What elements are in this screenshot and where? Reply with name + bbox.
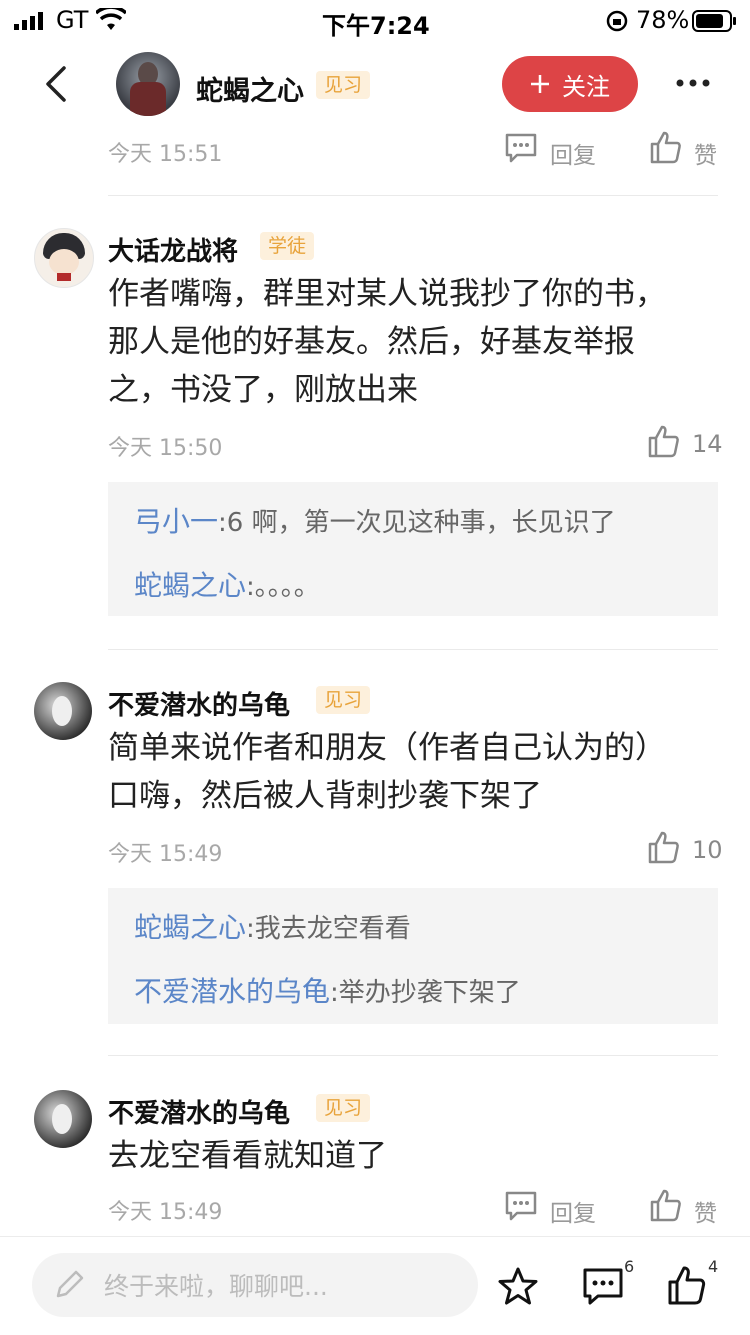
thumbs-up-icon[interactable] — [648, 830, 680, 864]
status-bar: GT 下午7:24 78% — [0, 0, 750, 40]
author-badge: 见习 — [316, 71, 371, 99]
more-dots-icon[interactable] — [676, 78, 710, 88]
comment-text-line: 简单来说作者和朋友（作者自己认为的） — [108, 730, 666, 766]
comment-count-badge: 6 — [624, 1257, 635, 1276]
comment-text-line: 之，书没了，刚放出来 — [108, 372, 418, 408]
reply-button[interactable]: 回复 — [550, 136, 596, 170]
comment-user[interactable]: 不爱潜水的乌龟 — [108, 685, 290, 722]
comment-text: 作者嘴嗨，群里对某人说我抄了你的书， 那人是他的好基友。然后，好基友举报 之，书… — [108, 270, 728, 414]
like-button[interactable]: 赞 — [694, 136, 717, 170]
bottom-bar: 终于来啦，聊聊吧... 6 4 — [0, 1236, 750, 1335]
reply-text: :举办抄袭下架了 — [330, 978, 521, 1008]
avatar[interactable] — [34, 228, 94, 288]
reply-item: 弓小一:6 啊，第一次见这种事，长见识了 — [134, 500, 616, 540]
like-button[interactable]: 赞 — [694, 1194, 717, 1228]
author-name[interactable]: 蛇蝎之心 — [196, 69, 304, 108]
comment-input[interactable]: 终于来啦，聊聊吧... — [32, 1253, 478, 1317]
follow-button[interactable]: 关注 — [502, 56, 638, 112]
input-placeholder: 终于来啦，聊聊吧... — [104, 1272, 328, 1301]
reply-box[interactable]: 弓小一:6 啊，第一次见这种事，长见识了 蛇蝎之心:。。。。 — [108, 482, 718, 616]
comment-text: 简单来说作者和朋友（作者自己认为的） 口嗨，然后被人背刺抄袭下架了 — [108, 724, 728, 820]
comment-text-line: 那人是他的好基友。然后，好基友举报 — [108, 324, 635, 360]
plus-icon — [531, 75, 549, 93]
reply-item: 蛇蝎之心:我去龙空看看 — [134, 906, 411, 946]
chevron-left-icon[interactable] — [42, 66, 68, 102]
reply-text: :6 啊，第一次见这种事，长见识了 — [218, 508, 616, 538]
comment-text-line: 口嗨，然后被人背刺抄袭下架了 — [108, 778, 542, 814]
reply-button[interactable]: 回复 — [550, 1194, 596, 1228]
user-badge: 见习 — [316, 686, 371, 714]
battery-percent: 78% — [636, 6, 690, 34]
reply-user[interactable]: 不爱潜水的乌龟 — [134, 975, 330, 1008]
divider — [108, 1055, 718, 1056]
reply-text: :。。。。 — [246, 572, 320, 602]
user-badge: 学徒 — [260, 232, 315, 260]
reply-text: :我去龙空看看 — [246, 914, 411, 944]
reply-box[interactable]: 蛇蝎之心:我去龙空看看 不爱潜水的乌龟:举办抄袭下架了 — [108, 888, 718, 1024]
comment-text-line: 作者嘴嗨，群里对某人说我抄了你的书， — [108, 276, 666, 312]
carrier-label: GT — [56, 6, 89, 34]
like-count: 14 — [692, 430, 723, 458]
comment-time: 今天 15:51 — [108, 142, 223, 167]
reply-item: 不爱潜水的乌龟:举办抄袭下架了 — [134, 970, 521, 1010]
reply-user[interactable]: 蛇蝎之心 — [134, 911, 246, 944]
wifi-icon — [96, 8, 126, 30]
star-icon[interactable] — [498, 1267, 538, 1305]
user-badge: 见习 — [316, 1094, 371, 1122]
orientation-lock-icon — [606, 10, 628, 32]
comment-user[interactable]: 不爱潜水的乌龟 — [108, 1093, 290, 1130]
reply-user[interactable]: 蛇蝎之心 — [134, 569, 246, 602]
divider — [108, 649, 718, 650]
like-count: 10 — [692, 836, 723, 864]
reply-user[interactable]: 弓小一 — [134, 505, 218, 538]
comment-text-line: 去龙空看看就知道了 — [108, 1138, 387, 1174]
comment-icon[interactable] — [504, 132, 538, 164]
avatar[interactable] — [34, 682, 92, 740]
battery-icon — [692, 10, 736, 32]
comment-time: 今天 15:49 — [108, 1200, 223, 1225]
comment-icon[interactable] — [504, 1190, 538, 1222]
comment-time: 今天 15:50 — [108, 436, 223, 461]
comment-user[interactable]: 大话龙战将 — [108, 231, 238, 268]
signal-icon — [14, 12, 43, 30]
comment-time: 今天 15:49 — [108, 842, 223, 867]
follow-label: 关注 — [562, 72, 610, 101]
author-avatar[interactable] — [116, 52, 180, 116]
reply-item: 蛇蝎之心:。。。。 — [134, 564, 320, 604]
thumbs-up-icon[interactable] — [648, 424, 680, 458]
thumbs-up-icon[interactable] — [668, 1265, 706, 1305]
comment-text: 去龙空看看就知道了 — [108, 1132, 728, 1180]
clock: 下午7:24 — [322, 12, 430, 40]
thumbs-up-icon[interactable] — [650, 1188, 682, 1222]
divider — [108, 195, 718, 196]
avatar[interactable] — [34, 1090, 92, 1148]
comment-icon[interactable] — [582, 1267, 624, 1307]
like-count-badge: 4 — [708, 1257, 719, 1276]
pencil-icon — [56, 1270, 84, 1298]
thumbs-up-icon[interactable] — [650, 130, 682, 164]
